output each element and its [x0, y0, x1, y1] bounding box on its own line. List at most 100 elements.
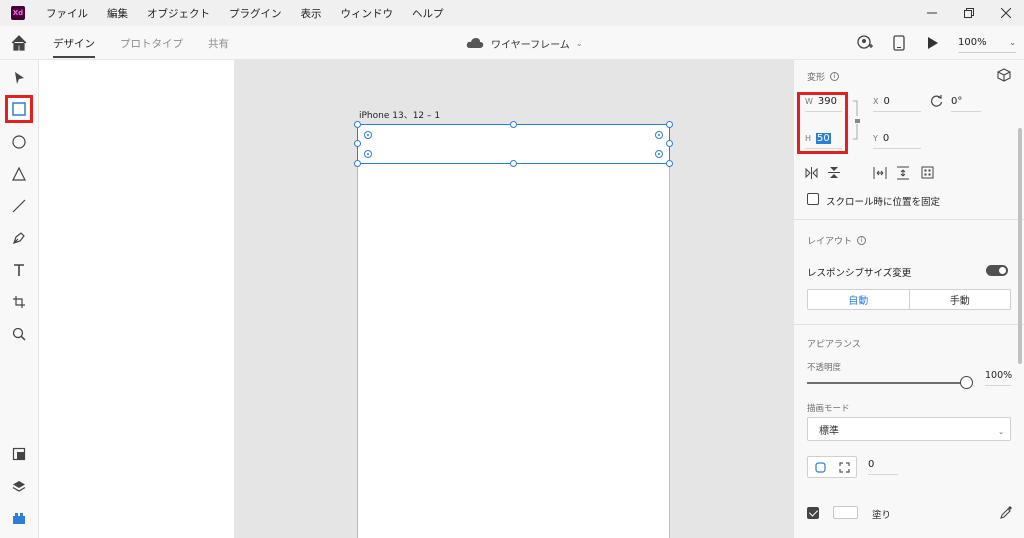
tab-prototype[interactable]: プロトタイプ [120, 26, 183, 60]
responsive-resize-toggle[interactable] [986, 265, 1008, 276]
line-tool[interactable] [8, 195, 30, 217]
zoom-tool[interactable] [8, 323, 30, 345]
per-corner-button[interactable] [832, 457, 856, 477]
corner-radius-handle[interactable] [655, 131, 663, 139]
corner-radius-field[interactable]: 0 [868, 459, 898, 475]
eyedropper-icon[interactable] [999, 506, 1012, 519]
resize-handle-bm[interactable] [510, 160, 517, 167]
close-window-button[interactable] [987, 0, 1024, 26]
opacity-label: 不透明度 [807, 363, 842, 373]
corner-radius-handle[interactable] [655, 150, 663, 158]
resize-handle-ml[interactable] [354, 140, 361, 147]
invite-button[interactable] [856, 34, 874, 52]
restore-icon [963, 8, 974, 18]
corner-radius-handle[interactable] [364, 150, 372, 158]
opacity-field[interactable]: 100% [985, 370, 1012, 386]
resize-handle-tl[interactable] [354, 121, 361, 128]
3d-transform-icon[interactable] [997, 68, 1011, 82]
rectangle-tool[interactable] [5, 95, 33, 123]
minimize-icon [926, 12, 937, 14]
corner-radius-value: 0 [868, 459, 875, 470]
play-preview-button[interactable] [924, 34, 942, 52]
fix-position-checkbox[interactable] [807, 193, 819, 205]
menu-object[interactable]: オブジェクト [147, 6, 210, 21]
xd-logo: Xd [11, 6, 25, 20]
tab-share[interactable]: 共有 [208, 26, 229, 60]
artboard[interactable] [357, 124, 670, 538]
corner-radius-handle[interactable] [364, 131, 372, 139]
artboard-label[interactable]: iPhone 13、12 – 1 [359, 108, 440, 121]
divider [794, 324, 1024, 325]
minimize-button[interactable] [913, 0, 950, 26]
plugin-icon [13, 513, 25, 524]
resize-handle-tm[interactable] [510, 121, 517, 128]
distribute-vertical-icon[interactable] [897, 166, 909, 180]
design-canvas[interactable]: iPhone 13、12 – 1 [234, 60, 793, 538]
rotate-icon [930, 95, 943, 107]
layout-title: レイアウト [807, 237, 853, 247]
lock-aspect-icon[interactable] [853, 100, 863, 140]
text-tool[interactable] [8, 259, 30, 281]
ellipse-icon [12, 135, 26, 149]
info-icon[interactable]: i [830, 72, 840, 81]
resize-handle-mr[interactable] [666, 140, 673, 147]
flip-horizontal-icon[interactable] [805, 167, 818, 179]
device-preview-button[interactable] [890, 34, 908, 52]
menu-file[interactable]: ファイル [46, 6, 88, 21]
home-button[interactable] [10, 34, 28, 52]
workspace-tabs: デザイン プロトタイプ 共有 [53, 26, 254, 60]
select-tool[interactable] [8, 67, 30, 89]
auto-mode-button[interactable]: 自動 [808, 290, 910, 309]
opacity-slider-thumb[interactable] [960, 376, 973, 389]
pen-tool[interactable] [8, 227, 30, 249]
tab-design[interactable]: デザイン [53, 26, 95, 60]
panel-scrollbar[interactable] [1018, 128, 1022, 364]
distribute-horizontal-icon[interactable] [873, 167, 887, 179]
x-field[interactable]: X 0 [873, 96, 921, 112]
polygon-tool[interactable] [8, 163, 30, 185]
fill-color-swatch[interactable] [833, 506, 858, 519]
menu-help[interactable]: ヘルプ [412, 6, 444, 21]
menu-window[interactable]: ウィンドウ [341, 6, 394, 21]
align-grid-icon[interactable] [921, 166, 934, 179]
height-field[interactable]: H 50 [805, 133, 842, 149]
opacity-slider-track[interactable] [807, 382, 966, 384]
menu-plugins[interactable]: プラグイン [229, 6, 282, 21]
menu-edit[interactable]: 編集 [107, 6, 128, 21]
restore-button[interactable] [950, 0, 987, 26]
ellipse-tool[interactable] [8, 131, 30, 153]
resize-mode-segmented: 自動 手動 [807, 289, 1011, 310]
layers-panel-button[interactable] [8, 475, 30, 497]
appearance-section-title: アピアランス [807, 337, 861, 350]
uniform-corner-button[interactable] [808, 457, 832, 477]
fix-position-label: スクロール時に位置を固定 [826, 197, 941, 208]
title-bar: Xd ファイル 編集 オブジェクト プラグイン 表示 ウィンドウ ヘルプ [0, 0, 1024, 26]
document-title[interactable]: ワイヤーフレーム ⌄ [466, 26, 583, 60]
top-toolbar: デザイン プロトタイプ 共有 ワイヤーフレーム ⌄ 100% ⌄ [0, 26, 1024, 60]
document-title-text: ワイヤーフレーム [491, 39, 570, 51]
phone-icon [893, 35, 905, 51]
divider [794, 219, 1024, 220]
resize-handle-bl[interactable] [354, 160, 361, 167]
selected-rectangle[interactable] [357, 124, 670, 164]
magnifier-icon [12, 327, 26, 341]
zoom-select[interactable]: 100% ⌄ [958, 33, 1016, 53]
chevron-down-icon: ⌄ [1009, 38, 1016, 47]
flip-vertical-icon[interactable] [828, 166, 840, 179]
y-field[interactable]: Y 0 [873, 133, 921, 149]
assets-panel-button[interactable] [8, 443, 30, 465]
appearance-title: アピアランス [807, 340, 861, 350]
manual-mode-button[interactable]: 手動 [910, 290, 1011, 309]
artboard-tool[interactable] [8, 291, 30, 313]
fill-checkbox[interactable] [807, 507, 819, 519]
resize-handle-br[interactable] [666, 160, 673, 167]
resize-handle-tr[interactable] [666, 121, 673, 128]
width-field[interactable]: W 390 [805, 96, 842, 112]
plugins-panel-button[interactable] [8, 507, 30, 529]
blend-mode-select[interactable]: 標準 ⌄ [807, 417, 1011, 441]
menu-view[interactable]: 表示 [301, 6, 322, 21]
rotation-field[interactable]: 0° [951, 96, 981, 112]
line-icon [12, 199, 26, 213]
text-icon [14, 264, 24, 276]
info-icon[interactable]: i [857, 236, 867, 245]
